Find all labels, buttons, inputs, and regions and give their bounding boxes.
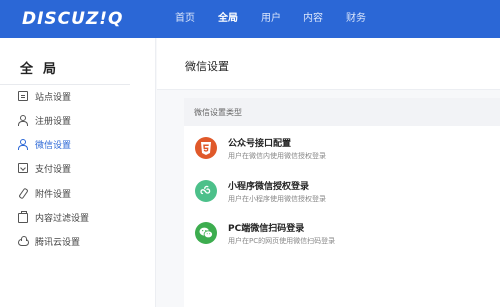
nav-item-home[interactable]: 首页 xyxy=(175,0,195,38)
html5-icon xyxy=(195,137,217,159)
sidebar-divider xyxy=(0,84,130,85)
nav-item-global[interactable]: 全局 xyxy=(218,0,238,38)
option-description: 用户在小程序使用微信授权登录 xyxy=(228,195,326,203)
user-icon xyxy=(18,139,28,150)
nav-item-users[interactable]: 用户 xyxy=(261,0,281,38)
sidebar-item-label: 站点设置 xyxy=(35,92,72,103)
nav-item-finance[interactable]: 财务 xyxy=(346,0,366,38)
option-title: 公众号接口配置 xyxy=(228,139,292,149)
cloud-icon xyxy=(18,236,29,246)
sidebar-title: 全局 xyxy=(20,62,67,77)
sidebar-item-registration-settings[interactable]: 注册设置 xyxy=(18,110,148,130)
sidebar-item-content-filter-settings[interactable]: 内容过滤设置 xyxy=(18,207,148,227)
mini-program-icon xyxy=(195,180,217,202)
briefcase-icon xyxy=(18,211,28,223)
sidebar-item-tencent-cloud-settings[interactable]: 腾讯云设置 xyxy=(18,231,148,251)
option-mini-program-auth-login[interactable]: 小程序微信授权登录 用户在小程序使用微信授权登录 xyxy=(184,170,500,208)
page-title: 微信设置 xyxy=(185,60,229,73)
option-title: PC端微信扫码登录 xyxy=(228,224,305,234)
nav-item-content[interactable]: 内容 xyxy=(303,0,323,38)
sidebar-item-attachment-settings[interactable]: 附件设置 xyxy=(18,183,148,203)
sidebar-item-label: 附件设置 xyxy=(35,189,72,200)
page-header: 微信设置 xyxy=(157,38,500,90)
main-content: 微信设置 微信设置类型 公众号接口配置 用户在微信内使用微信授权登录 小程序微信… xyxy=(157,38,500,307)
sidebar-item-label: 微信设置 xyxy=(35,140,72,151)
sidebar-item-wechat-settings[interactable]: 微信设置 xyxy=(18,134,148,154)
option-description: 用户在PC的网页使用微信扫码登录 xyxy=(228,237,336,245)
card-header: 微信设置类型 xyxy=(184,98,500,126)
option-title: 小程序微信授权登录 xyxy=(228,182,310,192)
sidebar-item-label: 支付设置 xyxy=(35,164,72,175)
sidebar-item-label: 腾讯云设置 xyxy=(35,237,81,248)
sidebar: 全局 站点设置 注册设置 微信设置 支付设置 附件设置 内容过滤设置 腾讯云设置 xyxy=(0,38,156,307)
top-navigation-bar: DISCUZ!Q 首页 全局 用户 内容 财务 xyxy=(0,0,500,38)
wechat-settings-card: 微信设置类型 公众号接口配置 用户在微信内使用微信授权登录 小程序微信授权登录 … xyxy=(184,98,500,307)
option-official-account-config[interactable]: 公众号接口配置 用户在微信内使用微信授权登录 xyxy=(184,127,500,165)
sidebar-item-site-settings[interactable]: 站点设置 xyxy=(18,86,148,106)
sidebar-item-label: 内容过滤设置 xyxy=(35,213,90,224)
wechat-icon xyxy=(195,222,217,244)
option-description: 用户在微信内使用微信授权登录 xyxy=(228,152,326,160)
payment-card-icon xyxy=(18,163,28,173)
paperclip-icon xyxy=(18,188,28,198)
option-pc-wechat-qr-login[interactable]: PC端微信扫码登录 用户在PC的网页使用微信扫码登录 xyxy=(184,212,500,250)
sidebar-item-payment-settings[interactable]: 支付设置 xyxy=(18,158,148,178)
sidebar-item-label: 注册设置 xyxy=(35,116,72,127)
section-title: 微信设置类型 xyxy=(194,108,242,117)
discuz-logo[interactable]: DISCUZ!Q xyxy=(22,9,124,29)
user-icon xyxy=(18,115,28,126)
document-icon xyxy=(18,91,28,101)
